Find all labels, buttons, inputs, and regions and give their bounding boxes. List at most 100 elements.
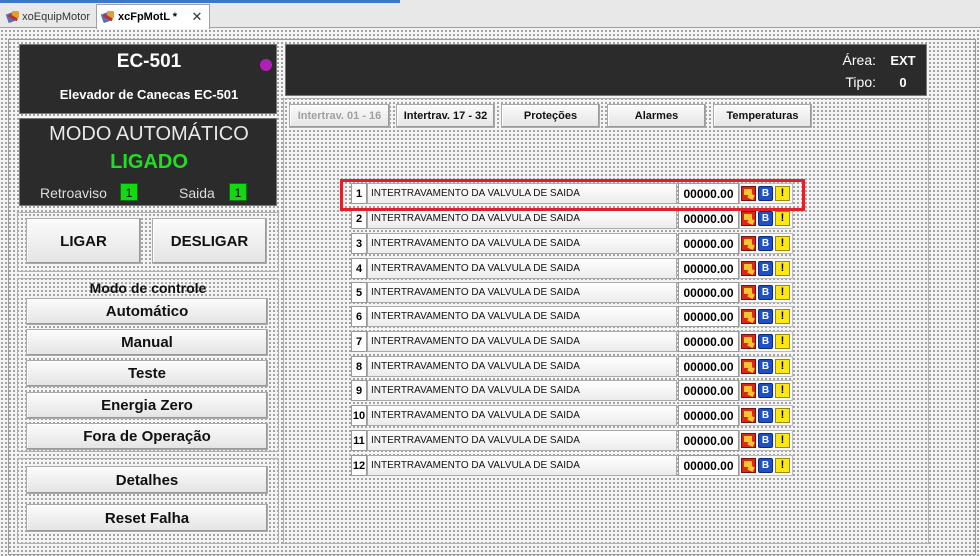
bypass-icon[interactable]: B xyxy=(758,334,773,349)
interlock-trip-icon[interactable] xyxy=(741,211,756,226)
interlock-row: 7 INTERTRAVAMENTO DA VALVULA DE SAIDA 00… xyxy=(351,331,793,352)
interlock-row: 6 INTERTRAVAMENTO DA VALVULA DE SAIDA 00… xyxy=(351,306,793,327)
bypass-icon[interactable]: B xyxy=(758,261,773,276)
interlock-trip-icon[interactable] xyxy=(741,285,756,300)
mode-teste-button[interactable]: Teste xyxy=(26,360,268,387)
interlock-number: 10 xyxy=(351,405,367,426)
interlock-value: 00000.00 xyxy=(678,405,739,426)
tab-protecoes[interactable]: Proteções xyxy=(501,104,600,128)
mode-manual-button[interactable]: Manual xyxy=(26,329,268,356)
ligar-button[interactable]: LIGAR xyxy=(26,218,141,264)
tab-xcfpmotl[interactable]: xcFpMotL * ✕ xyxy=(96,4,210,29)
mode-automatico-button[interactable]: Automático xyxy=(26,298,268,325)
status-dot xyxy=(260,59,272,71)
bypass-icon[interactable]: B xyxy=(758,383,773,398)
interlock-row: 3 INTERTRAVAMENTO DA VALVULA DE SAIDA 00… xyxy=(351,233,793,254)
tab-label: xcFpMotL * xyxy=(118,11,178,23)
alarm-icon[interactable]: ! xyxy=(775,211,790,226)
interlock-trip-icon[interactable] xyxy=(741,261,756,276)
interlock-number: 5 xyxy=(351,282,367,303)
tab-strip-accent xyxy=(0,0,400,3)
interlock-trip-icon[interactable] xyxy=(741,458,756,473)
area-label: Área: xyxy=(842,52,876,68)
bypass-icon[interactable]: B xyxy=(758,433,773,448)
close-icon[interactable]: ✕ xyxy=(189,9,205,25)
reset-falha-button[interactable]: Reset Falha xyxy=(26,504,268,532)
interlock-row: 12 INTERTRAVAMENTO DA VALVULA DE SAIDA 0… xyxy=(351,455,793,476)
detalhes-button[interactable]: Detalhes xyxy=(26,466,268,494)
alarm-icon[interactable]: ! xyxy=(775,458,790,473)
selection-highlight xyxy=(340,179,805,211)
interlock-trip-icon[interactable] xyxy=(741,236,756,251)
interlock-value: 00000.00 xyxy=(678,380,739,401)
interlock-description: INTERTRAVAMENTO DA VALVULA DE SAIDA xyxy=(367,282,677,303)
alarm-icon[interactable]: ! xyxy=(775,383,790,398)
alarm-icon[interactable]: ! xyxy=(775,261,790,276)
area-value: EXT xyxy=(890,53,916,68)
form-icon xyxy=(100,10,115,24)
alarm-icon[interactable]: ! xyxy=(775,433,790,448)
tab-alarmes[interactable]: Alarmes xyxy=(607,104,706,128)
interlock-number: 6 xyxy=(351,306,367,327)
alarm-icon[interactable]: ! xyxy=(775,408,790,423)
tipo-value: 0 xyxy=(899,75,907,90)
tab-intertrav-17-32[interactable]: Intertrav. 17 - 32 xyxy=(396,104,495,128)
alarm-icon[interactable]: ! xyxy=(775,359,790,374)
desligar-button[interactable]: DESLIGAR xyxy=(152,218,267,264)
interlock-value: 00000.00 xyxy=(678,282,739,303)
interlock-description: INTERTRAVAMENTO DA VALVULA DE SAIDA xyxy=(367,356,677,377)
retroaviso-label: Retroaviso xyxy=(40,185,107,201)
interlock-trip-icon[interactable] xyxy=(741,334,756,349)
saida-label: Saida xyxy=(179,185,215,201)
interlock-row: 8 INTERTRAVAMENTO DA VALVULA DE SAIDA 00… xyxy=(351,356,793,377)
interlock-value: 00000.00 xyxy=(678,233,739,254)
equipment-description: Elevador de Canecas EC-501 xyxy=(59,87,239,102)
interlock-trip-icon[interactable] xyxy=(741,383,756,398)
bypass-icon[interactable]: B xyxy=(758,285,773,300)
interlock-number: 8 xyxy=(351,356,367,377)
interlock-trip-icon[interactable] xyxy=(741,309,756,324)
interlock-value: 00000.00 xyxy=(678,331,739,352)
mode-fora-operacao-button[interactable]: Fora de Operação xyxy=(26,423,268,450)
equipment-header: EC-501 Elevador de Canecas EC-501 xyxy=(19,44,277,114)
interlock-number: 3 xyxy=(351,233,367,254)
interlock-row: 9 INTERTRAVAMENTO DA VALVULA DE SAIDA 00… xyxy=(351,380,793,401)
interlock-description: INTERTRAVAMENTO DA VALVULA DE SAIDA xyxy=(367,233,677,254)
interlock-description: INTERTRAVAMENTO DA VALVULA DE SAIDA xyxy=(367,405,677,426)
interlock-number: 7 xyxy=(351,331,367,352)
interlock-value: 00000.00 xyxy=(678,455,739,476)
bypass-icon[interactable]: B xyxy=(758,408,773,423)
interlock-trip-icon[interactable] xyxy=(741,408,756,423)
interlock-row: 11 INTERTRAVAMENTO DA VALVULA DE SAIDA 0… xyxy=(351,430,793,451)
form-icon xyxy=(5,10,19,24)
bypass-icon[interactable]: B xyxy=(758,236,773,251)
interlock-number: 9 xyxy=(351,380,367,401)
interlock-trip-icon[interactable] xyxy=(741,433,756,448)
alarm-icon[interactable]: ! xyxy=(775,285,790,300)
tab-temperaturas[interactable]: Temperaturas xyxy=(713,104,812,128)
bypass-icon[interactable]: B xyxy=(758,309,773,324)
tab-label: xoEquipMotor xyxy=(22,10,90,23)
bypass-icon[interactable]: B xyxy=(758,211,773,226)
alarm-icon[interactable]: ! xyxy=(775,236,790,251)
interlock-description: INTERTRAVAMENTO DA VALVULA DE SAIDA xyxy=(367,380,677,401)
interlock-description: INTERTRAVAMENTO DA VALVULA DE SAIDA xyxy=(367,455,677,476)
interlock-number: 11 xyxy=(351,430,367,451)
bypass-icon[interactable]: B xyxy=(758,458,773,473)
tipo-label: Tipo: xyxy=(845,74,876,90)
interlock-row: 4 INTERTRAVAMENTO DA VALVULA DE SAIDA 00… xyxy=(351,258,793,279)
control-mode-title: Modo de controle xyxy=(89,280,207,296)
info-header: Área: EXT Tipo: 0 xyxy=(285,44,927,96)
interlock-trip-icon[interactable] xyxy=(741,359,756,374)
alarm-icon[interactable]: ! xyxy=(775,334,790,349)
interlock-description: INTERTRAVAMENTO DA VALVULA DE SAIDA xyxy=(367,306,677,327)
interlock-value: 00000.00 xyxy=(678,356,739,377)
saida-indicator: 1 xyxy=(229,183,247,201)
tab-intertrav-01-16[interactable]: Intertrav. 01 - 16 xyxy=(289,104,390,128)
bypass-icon[interactable]: B xyxy=(758,359,773,374)
tab-xoequipmotor[interactable]: xoEquipMotor xyxy=(2,5,94,28)
mode-energia-zero-button[interactable]: Energia Zero xyxy=(26,392,268,419)
alarm-icon[interactable]: ! xyxy=(775,309,790,324)
interlock-row: 5 INTERTRAVAMENTO DA VALVULA DE SAIDA 00… xyxy=(351,282,793,303)
interlock-description: INTERTRAVAMENTO DA VALVULA DE SAIDA xyxy=(367,430,677,451)
